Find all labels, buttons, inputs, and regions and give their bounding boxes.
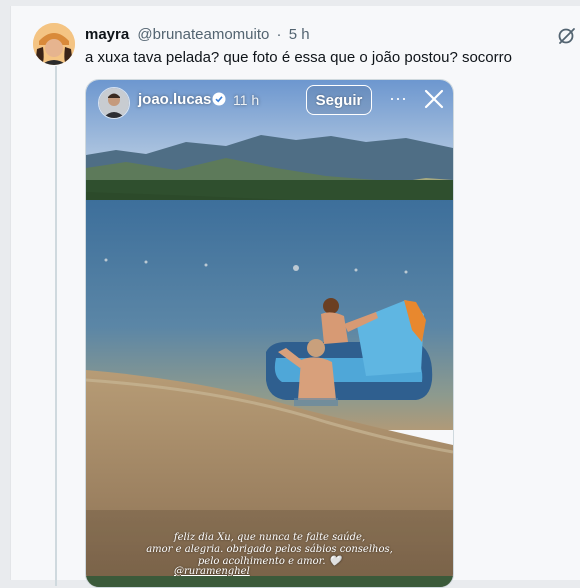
- story-bottom-strip: [86, 576, 453, 587]
- avatar-image: [33, 23, 75, 65]
- user-handle[interactable]: @brunateamomuito: [137, 26, 269, 43]
- tweet-timestamp[interactable]: 5 h: [289, 26, 310, 43]
- tweet-card[interactable]: mayra @brunateamomuito · 5 h a xuxa tava…: [10, 6, 580, 588]
- separator-dot: ·: [276, 26, 282, 43]
- display-name[interactable]: mayra: [85, 26, 129, 43]
- story-avatar[interactable]: [98, 87, 130, 119]
- close-icon[interactable]: [422, 87, 446, 111]
- caption-line: pelo acolhimento e amor. 🤍: [197, 556, 342, 567]
- tweet-text: a xuxa tava pelada? que foto é essa que …: [85, 49, 512, 66]
- tweet-header: mayra @brunateamomuito · 5 h: [85, 26, 310, 44]
- thread-line: [55, 66, 57, 586]
- story-username[interactable]: joao.lucas: [138, 91, 211, 108]
- user-avatar[interactable]: [33, 23, 75, 65]
- story-photo: [86, 80, 453, 587]
- story-timestamp: 11 h: [233, 92, 260, 108]
- story-header: joao.lucas 11 h Seguir ···: [86, 80, 453, 120]
- story-caption: feliz dia Xu, que nunca te falte saúde, …: [86, 532, 453, 568]
- caption-line: feliz dia Xu, que nunca te falte saúde,: [173, 532, 366, 543]
- follow-button[interactable]: Seguir: [306, 85, 372, 115]
- caption-line: amor e alegria. obrigado pelos sábios co…: [146, 544, 393, 555]
- verified-badge-icon: [212, 92, 226, 106]
- grok-icon[interactable]: [557, 26, 577, 46]
- story-media[interactable]: joao.lucas 11 h Seguir ··· feliz dia Xu,…: [85, 79, 454, 588]
- more-options-icon[interactable]: ···: [386, 88, 410, 112]
